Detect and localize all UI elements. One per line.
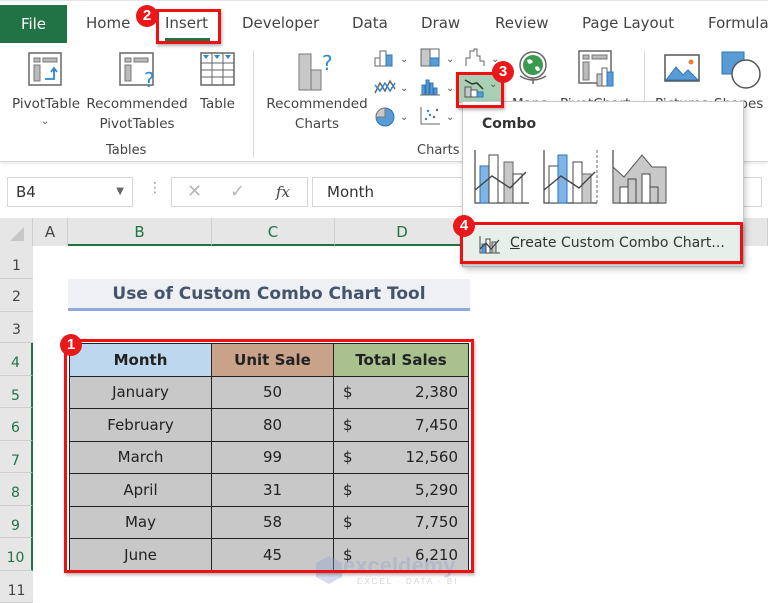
table-label: Table <box>200 96 235 112</box>
recommended-charts-icon: ? <box>298 51 333 91</box>
insert-function-icon[interactable]: fx <box>276 183 290 201</box>
row-header-5[interactable]: 5 <box>0 376 33 408</box>
tables-group-label: Tables <box>106 143 147 158</box>
column-header-c[interactable]: C <box>212 218 335 246</box>
pivottable-icon <box>28 52 62 86</box>
row-header-1[interactable]: 1 <box>0 246 33 279</box>
tab-formulas[interactable]: Formula <box>708 14 768 32</box>
select-all-button[interactable] <box>0 218 33 246</box>
column-chart-icon <box>374 50 393 67</box>
chevron-down-icon: ⌄ <box>446 54 455 65</box>
enter-icon[interactable]: ✓ <box>230 181 245 202</box>
chevron-down-icon[interactable]: ▼ <box>116 178 124 206</box>
scatter-chart-icon <box>420 107 440 125</box>
charts-group-label: Charts <box>417 143 460 158</box>
cancel-icon[interactable]: ✕ <box>187 181 202 202</box>
pivottable-label: PivotTable <box>12 96 81 112</box>
name-box-value: B4 <box>16 183 36 201</box>
pivotchart-icon <box>578 50 614 87</box>
row-header-11[interactable]: 11 <box>0 571 33 603</box>
column-header-a[interactable]: A <box>33 218 68 246</box>
annotation-badge-4: 4 <box>453 215 475 237</box>
annotation-box-insert-tab <box>156 9 221 44</box>
tab-data[interactable]: Data <box>352 14 388 32</box>
row-header-9[interactable]: 9 <box>0 506 33 538</box>
more-options-icon[interactable]: ⋮ <box>148 180 162 196</box>
tab-file[interactable]: File <box>0 5 67 43</box>
row-header-10[interactable]: 10 <box>0 538 33 571</box>
waterfall-chart-icon <box>465 48 485 66</box>
chevron-down-icon: ⌄ <box>400 83 409 94</box>
chevron-down-icon: ⌄ <box>446 83 455 94</box>
annotation-badge-2: 2 <box>136 5 158 27</box>
column-header-d[interactable]: D <box>335 218 470 246</box>
combo-column-line-secondary-axis-option[interactable] <box>543 149 599 205</box>
combo-clustered-column-line-option[interactable] <box>474 149 530 205</box>
row-header-7[interactable]: 7 <box>0 441 33 473</box>
svg-text:?: ? <box>322 51 333 75</box>
row-header-8[interactable]: 8 <box>0 473 33 506</box>
recommended-pivottables-label-1: Recommended <box>86 96 188 112</box>
recommended-charts-label-1: Recommended <box>266 96 368 112</box>
shapes-icon <box>721 51 761 89</box>
row-header-4[interactable]: 4 <box>0 343 33 376</box>
annotation-badge-1: 1 <box>60 334 82 356</box>
statistic-chart-icon <box>420 79 440 96</box>
recommended-charts-label-2: Charts <box>294 116 340 132</box>
tab-review[interactable]: Review <box>495 14 549 32</box>
recommended-pivottables-icon: ? <box>119 52 155 88</box>
column-header-b[interactable]: B <box>68 218 212 246</box>
row-header-6[interactable]: 6 <box>0 408 33 441</box>
annotation-badge-3: 3 <box>492 61 514 83</box>
row-header-3[interactable]: 3 <box>0 312 33 343</box>
tab-home[interactable]: Home <box>86 14 130 32</box>
table-icon <box>200 52 235 86</box>
name-box[interactable]: B4 ▼ <box>7 177 133 207</box>
chevron-down-icon: ⌄ <box>41 116 50 127</box>
annotation-box-custom-combo <box>460 222 743 264</box>
chevron-down-icon: ⌄ <box>446 112 455 123</box>
pie-chart-icon <box>375 107 395 127</box>
watermark-tagline: EXCEL · DATA · BI <box>357 577 459 586</box>
combo-area-column-option[interactable] <box>612 149 668 205</box>
formula-buttons: ✕ ✓ fx <box>171 177 308 207</box>
chevron-down-icon: ⌄ <box>400 54 409 65</box>
ribbon-tab-bar: File Home Insert Developer Data Draw Rev… <box>0 0 768 44</box>
recommended-pivottables-label-2: PivotTables <box>99 116 175 132</box>
group-divider <box>253 50 254 158</box>
tab-page-layout[interactable]: Page Layout <box>582 14 674 32</box>
combo-dropdown-title: Combo <box>482 116 537 132</box>
annotation-box-data-range <box>64 339 474 573</box>
sheet-title[interactable]: Use of Custom Combo Chart Tool <box>68 279 470 311</box>
row-header-2[interactable]: 2 <box>0 279 33 312</box>
hierarchy-chart-icon <box>420 48 440 67</box>
picture-icon <box>664 54 700 82</box>
tab-developer[interactable]: Developer <box>242 14 319 32</box>
line-chart-icon <box>374 79 396 94</box>
globe-icon <box>519 51 547 84</box>
select-all-icon <box>10 227 24 241</box>
svg-text:?: ? <box>144 68 155 88</box>
tab-draw[interactable]: Draw <box>421 14 460 32</box>
chevron-down-icon: ⌄ <box>400 112 409 123</box>
